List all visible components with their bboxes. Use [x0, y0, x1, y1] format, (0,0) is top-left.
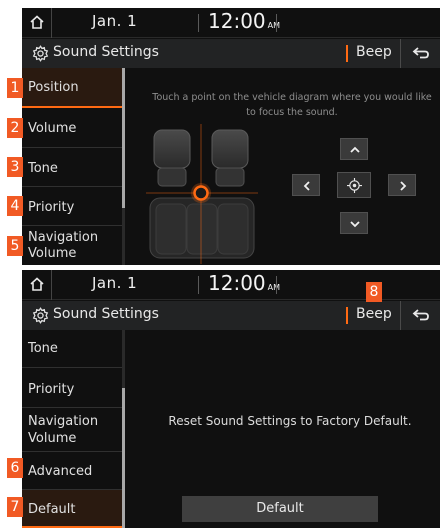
callout-badge: 4	[7, 196, 23, 216]
title-bar: Sound Settings Beep	[22, 301, 440, 330]
gear-icon	[32, 45, 49, 62]
beep-button[interactable]: Beep	[346, 41, 398, 66]
menu-label: Volume	[28, 121, 77, 136]
gear-icon	[32, 307, 49, 324]
home-icon	[30, 277, 44, 291]
callout-badge: 2	[7, 118, 23, 138]
front-left-seat	[153, 129, 191, 187]
divider	[198, 276, 199, 294]
focus-point-icon[interactable]	[191, 183, 211, 203]
divider	[276, 14, 277, 32]
menu-label: Tone	[28, 341, 58, 356]
time-value: 12:00	[208, 271, 266, 295]
menu-item-priority[interactable]: Priority	[22, 187, 122, 226]
home-button[interactable]	[22, 270, 52, 300]
menu-label: Position	[28, 80, 79, 95]
title-bar: Sound Settings Beep	[22, 39, 440, 68]
status-bar: Jan. 1 12:00 AM	[22, 8, 440, 38]
menu-item-default[interactable]: Default	[22, 490, 122, 528]
left-button[interactable]	[292, 174, 320, 196]
menu-item-navigation-volume[interactable]: Navigation Volume	[22, 226, 122, 265]
callout-badge: 6	[7, 458, 23, 478]
back-icon	[412, 309, 429, 321]
divider	[198, 14, 199, 32]
reset-message: Reset Sound Settings to Factory Default.	[168, 414, 412, 428]
menu-item-volume[interactable]: Volume	[22, 108, 122, 148]
default-screen: Jan. 1 12:00 AM Sound Settings Beep Tone …	[22, 270, 440, 528]
menu-item-tone[interactable]: Tone	[22, 148, 122, 187]
clock: 12:00 AM	[208, 9, 280, 33]
clock: 12:00 AM	[208, 271, 280, 295]
divider	[276, 276, 277, 294]
beep-indicator	[346, 45, 348, 62]
home-button[interactable]	[22, 8, 52, 38]
chevron-right-icon	[400, 181, 407, 191]
beep-label: Beep	[356, 44, 392, 60]
instruction-text: Touch a point on the vehicle diagram whe…	[152, 92, 432, 118]
ampm-label: AM	[267, 283, 281, 292]
callout-badge: 3	[7, 157, 23, 177]
home-icon	[30, 15, 44, 29]
back-button[interactable]	[400, 301, 440, 330]
page-title: Sound Settings	[53, 44, 159, 60]
menu-item-position[interactable]: Position	[22, 68, 122, 108]
menu-item-advanced[interactable]: Advanced	[22, 452, 122, 490]
chevron-up-icon	[350, 146, 360, 153]
callout-badge: 8	[366, 282, 382, 302]
right-button[interactable]	[388, 174, 416, 196]
menu-label-line2: Volume	[28, 431, 77, 446]
beep-indicator	[346, 307, 348, 324]
up-button[interactable]	[340, 138, 368, 160]
callout-badge: 7	[7, 497, 23, 517]
menu-label: Default	[28, 502, 76, 517]
callout-badge: 1	[7, 78, 23, 98]
date-display: Jan. 1	[92, 12, 138, 30]
callout-badge: 5	[7, 236, 23, 256]
crosshair-icon	[347, 178, 362, 193]
menu-item-priority[interactable]: Priority	[22, 368, 122, 408]
front-right-seat	[211, 129, 249, 187]
beep-button[interactable]: Beep	[346, 303, 398, 328]
back-button[interactable]	[400, 39, 440, 68]
down-button[interactable]	[340, 212, 368, 234]
menu-label-line1: Navigation	[28, 230, 99, 245]
default-button[interactable]: Default	[182, 496, 378, 522]
position-screen: Jan. 1 12:00 AM Sound Settings Beep Posit…	[22, 8, 440, 265]
time-value: 12:00	[208, 9, 266, 33]
menu-label: Advanced	[28, 464, 93, 479]
scrollbar-thumb[interactable]	[122, 388, 125, 528]
default-button-label: Default	[256, 501, 304, 516]
menu-label-line2: Volume	[28, 246, 77, 261]
rear-seat	[149, 197, 255, 259]
menu-item-navigation-volume[interactable]: Navigation Volume	[22, 408, 122, 452]
menu-label: Priority	[28, 382, 75, 397]
menu-label-line1: Navigation	[28, 414, 99, 429]
vehicle-diagram[interactable]	[146, 124, 258, 264]
ampm-label: AM	[267, 21, 281, 30]
menu-item-tone[interactable]: Tone	[22, 330, 122, 368]
chevron-left-icon	[303, 181, 310, 191]
chevron-down-icon	[350, 221, 360, 228]
menu-label: Priority	[28, 200, 75, 215]
page-title: Sound Settings	[53, 306, 159, 322]
back-icon	[412, 47, 429, 59]
date-display: Jan. 1	[92, 274, 138, 292]
scrollbar-thumb[interactable]	[122, 68, 125, 208]
menu-label: Tone	[28, 161, 58, 176]
center-button[interactable]	[337, 172, 371, 198]
beep-label: Beep	[356, 306, 392, 322]
